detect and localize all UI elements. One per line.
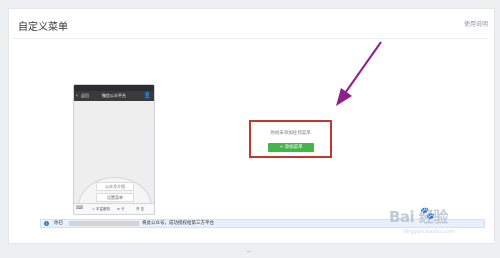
phone-nav-bar: ‹ 返回 微信公众平台 👤 [74,91,154,101]
empty-state-hint: 你尚未添加任何菜单 [270,131,311,136]
phone-menu-item-settings[interactable]: 设置菜单 [96,193,134,202]
phone-menu-item-intro[interactable]: 公众号介绍 [96,182,134,191]
phone-bottom-tab-1[interactable]: = 丰富服务 [92,205,110,213]
watermark-url: jingyan.baidu.com [404,229,455,235]
phone-header-title: 微信公众平台 [102,93,126,98]
paw-icon: 🐾 [420,206,435,220]
info-text-prefix: 你已 [54,221,63,226]
info-icon: i [44,221,49,226]
baidu-watermark: Bai 经验 🐾 jingyan.baidu.com [382,196,468,242]
phone-bottom-tab-3[interactable]: 开 支 [136,205,144,213]
add-menu-button[interactable]: + 添加菜单 [268,143,314,152]
page-indicator: — [246,249,251,255]
info-text-suffix: 将此公众号，成功授权给第三方平台 [142,221,214,226]
page-title: 自定义菜单 [18,22,68,33]
redacted-name [69,221,139,226]
empty-state-highlight-box: 你尚未添加任何菜单 + 添加菜单 [249,120,332,158]
phone-preview: ‹ 返回 微信公众平台 👤 公众号介绍 设置菜单 ⌨ = 丰富服务 ≡ 卡 开 … [73,84,155,215]
help-link[interactable]: 使用说明 [464,19,488,28]
phone-bottom-menu-bar: ⌨ = 丰富服务 ≡ 卡 开 支 [74,203,154,214]
person-icon: 👤 [143,92,151,99]
phone-bottom-tab-2[interactable]: ≡ 卡 [117,205,125,213]
header-divider [12,38,488,39]
watermark-brand: Bai 经验 [389,208,448,226]
keyboard-icon[interactable]: ⌨ [76,205,83,211]
